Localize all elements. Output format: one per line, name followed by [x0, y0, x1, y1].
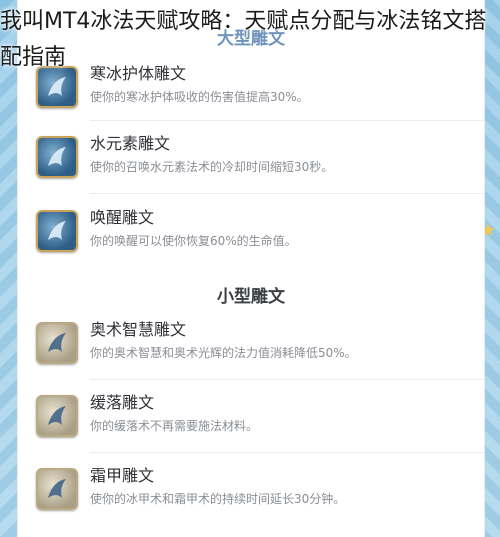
item-description: 使你的冰甲术和霜甲术的持续时间延长30分钟。 — [90, 492, 346, 506]
item-name: 寒冰护体雕文 — [90, 64, 187, 83]
item-description: 使你的召唤水元素法术的冷却时间缩短30秒。 — [90, 160, 334, 174]
item-name: 缓落雕文 — [90, 393, 155, 412]
item-description: 你的唤醒可以使你恢复60%的生命值。 — [90, 234, 297, 248]
frost-glyph-icon — [36, 136, 78, 178]
list-item[interactable]: 缓落雕文 你的缓落术不再需要施法材料。 — [18, 383, 484, 457]
minor-glyph-icon — [36, 322, 78, 364]
item-name: 水元素雕文 — [90, 134, 171, 153]
minor-glyph-header: 小型雕文 — [217, 287, 285, 307]
list-item[interactable]: 唤醒雕文 你的唤醒可以使你恢复60%的生命值。 — [18, 198, 484, 272]
item-description: 使你的寒冰护体吸收的伤害值提高30%。 — [90, 90, 309, 104]
minor-glyph-icon — [36, 395, 78, 437]
list-item[interactable]: 霜甲雕文 使你的冰甲术和霜甲术的持续时间延长30分钟。 — [18, 456, 484, 530]
divider — [90, 452, 484, 453]
list-item[interactable]: 水元素雕文 使你的召唤水元素法术的冷却时间缩短30秒。 — [18, 124, 484, 198]
item-description: 你的缓落术不再需要施法材料。 — [90, 419, 259, 433]
item-name: 唤醒雕文 — [90, 208, 155, 227]
item-name: 霜甲雕文 — [90, 466, 155, 485]
major-glyph-header: 大型雕文 — [217, 29, 285, 49]
item-name: 奥术智慧雕文 — [90, 320, 187, 339]
divider — [90, 193, 484, 194]
divider — [90, 120, 484, 121]
list-item[interactable]: 寒冰护体雕文 使你的寒冰护体吸收的伤害值提高30%。 — [18, 54, 484, 128]
divider — [90, 379, 484, 380]
glyph-panel: 大型雕文 寒冰护体雕文 使你的寒冰护体吸收的伤害值提高30%。 水元素雕文 使你… — [17, 0, 485, 537]
item-description: 你的奥术智慧和奥术光辉的法力值消耗降低50%。 — [90, 346, 357, 360]
minor-glyph-icon — [36, 468, 78, 510]
frost-glyph-icon — [36, 210, 78, 252]
list-item[interactable]: 奥术智慧雕文 你的奥术智慧和奥术光辉的法力值消耗降低50%。 — [18, 310, 484, 384]
frost-glyph-icon — [36, 66, 78, 108]
